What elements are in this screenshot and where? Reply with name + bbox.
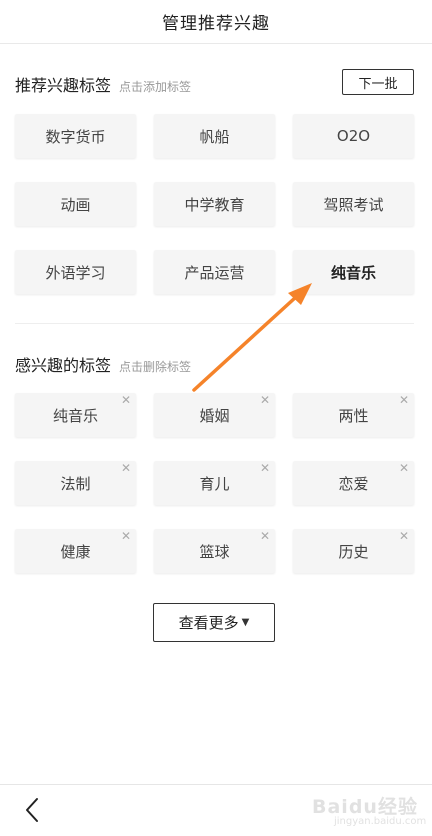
close-icon[interactable]: ✕: [120, 530, 132, 542]
recommended-tag-grid: 数字货币 帆船 O2O 动画 中学教育 驾照考试 外语学习 产品运营 纯音乐: [15, 114, 414, 294]
recommended-tag-selected[interactable]: 纯音乐: [293, 250, 414, 294]
interested-tag[interactable]: 历史 ✕: [293, 529, 414, 573]
interested-section-header: 感兴趣的标签 点击删除标签: [15, 352, 191, 376]
recommended-tag[interactable]: 数字货币: [15, 114, 136, 158]
recommended-tag[interactable]: 帆船: [154, 114, 275, 158]
view-more-label: 查看更多: [178, 614, 239, 632]
interested-tag-label: 法制: [60, 474, 91, 493]
recommended-tag[interactable]: 产品运营: [154, 250, 275, 294]
interested-tag[interactable]: 婚姻 ✕: [154, 393, 275, 437]
recommended-tag[interactable]: 中学教育: [154, 182, 275, 226]
interested-tag[interactable]: 两性 ✕: [293, 393, 414, 437]
page: 管理推荐兴趣 推荐兴趣标签 点击添加标签 下一批 数字货币 帆船 O2O 动画 …: [0, 0, 432, 836]
recommended-section-header: 推荐兴趣标签 点击添加标签: [15, 72, 191, 96]
recommended-section-title: 推荐兴趣标签: [15, 76, 112, 95]
close-icon[interactable]: ✕: [259, 394, 271, 406]
section-divider: [15, 323, 414, 324]
recommended-tag[interactable]: 驾照考试: [293, 182, 414, 226]
page-title: 管理推荐兴趣: [162, 14, 270, 34]
interested-tag-label: 育儿: [199, 474, 230, 493]
interested-tag-label: 婚姻: [199, 406, 230, 425]
interested-tag[interactable]: 法制 ✕: [15, 461, 136, 505]
recommended-tag[interactable]: 外语学习: [15, 250, 136, 294]
interested-tag[interactable]: 育儿 ✕: [154, 461, 275, 505]
interested-tag-label: 篮球: [199, 542, 230, 561]
interested-section-hint: 点击删除标签: [119, 360, 192, 374]
chevron-left-icon: [26, 798, 38, 822]
header-bar: 管理推荐兴趣: [0, 0, 432, 44]
close-icon[interactable]: ✕: [259, 530, 271, 542]
recommended-section-hint: 点击添加标签: [119, 80, 192, 94]
interested-tag-label: 恋爱: [338, 474, 369, 493]
interested-tag-label: 纯音乐: [52, 406, 98, 425]
next-batch-button[interactable]: 下一批: [342, 69, 414, 95]
watermark-text: Baidu经验: [312, 796, 418, 818]
interested-tag-label: 健康: [60, 542, 91, 561]
interested-tag-grid: 纯音乐 ✕ 婚姻 ✕ 两性 ✕ 法制 ✕ 育儿 ✕ 恋爱 ✕ 健康 ✕ 篮球 ✕: [15, 393, 414, 573]
recommended-tag[interactable]: 动画: [15, 182, 136, 226]
close-icon[interactable]: ✕: [120, 394, 132, 406]
interested-tag-label: 两性: [338, 406, 369, 425]
close-icon[interactable]: ✕: [398, 394, 410, 406]
interested-tag[interactable]: 健康 ✕: [15, 529, 136, 573]
interested-section-title: 感兴趣的标签: [15, 356, 112, 375]
close-icon[interactable]: ✕: [398, 530, 410, 542]
recommended-tag[interactable]: O2O: [293, 114, 414, 158]
interested-tag[interactable]: 篮球 ✕: [154, 529, 275, 573]
watermark-url: jingyan.baidu.com: [334, 816, 427, 827]
interested-tag[interactable]: 恋爱 ✕: [293, 461, 414, 505]
interested-tag-label: 历史: [338, 542, 369, 561]
caret-down-icon: ▼: [241, 617, 250, 628]
close-icon[interactable]: ✕: [259, 462, 271, 474]
back-button[interactable]: [18, 795, 48, 825]
interested-tag[interactable]: 纯音乐 ✕: [15, 393, 136, 437]
close-icon[interactable]: ✕: [120, 462, 132, 474]
baidu-watermark: Baidu经验 jingyan.baidu.com: [312, 790, 427, 832]
view-more-button[interactable]: 查看更多 ▼: [153, 603, 275, 642]
close-icon[interactable]: ✕: [398, 462, 410, 474]
